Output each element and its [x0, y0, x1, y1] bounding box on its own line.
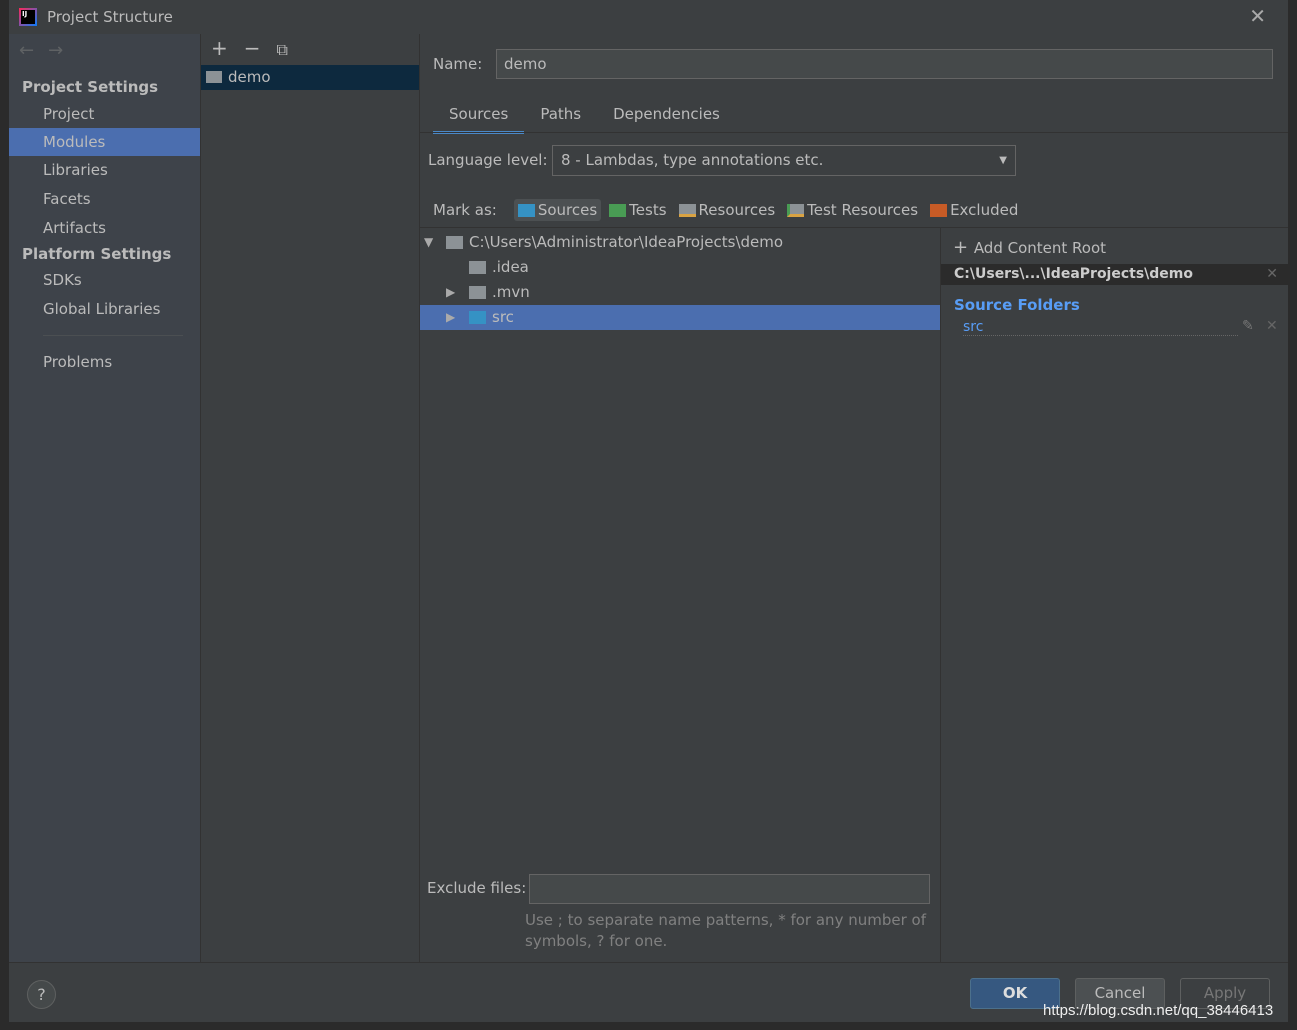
module-folder-icon	[206, 71, 222, 83]
watermark: https://blog.csdn.net/qq_38446413	[1043, 1002, 1274, 1019]
close-icon[interactable]: ✕	[1249, 4, 1266, 28]
title-bar: IJ Project Structure ✕	[9, 0, 1288, 34]
source-folder-icon	[469, 311, 486, 324]
module-item-demo[interactable]: demo	[201, 65, 419, 90]
excluded-folder-icon	[930, 203, 948, 217]
sidebar-item-artifacts[interactable]: Artifacts	[9, 214, 200, 242]
add-content-root-button[interactable]: + Add Content Root	[953, 237, 1106, 258]
sidebar-item-facets[interactable]: Facets	[9, 185, 200, 213]
remove-source-folder-icon[interactable]: ✕	[1266, 318, 1278, 334]
folder-icon	[469, 286, 486, 299]
remove-content-root-icon[interactable]: ✕	[1266, 264, 1278, 285]
folder-icon	[469, 261, 486, 274]
tests-folder-icon	[609, 203, 627, 217]
project-structure-dialog: IJ Project Structure ✕ ← → Project Settin…	[9, 0, 1288, 1022]
copy-icon[interactable]: ⧉	[277, 40, 288, 59]
sidebar-item-global-libraries[interactable]: Global Libraries	[9, 295, 200, 323]
content-root-path: C:\Users\...\IdeaProjects\demo ✕	[941, 264, 1288, 285]
language-level-value: 8 - Lambdas, type annotations etc.	[561, 151, 824, 169]
plus-icon: +	[953, 237, 974, 258]
sidebar-item-libraries[interactable]: Libraries	[9, 156, 200, 184]
folder-tree: ▼ C:\Users\Administrator\IdeaProjects\de…	[420, 227, 940, 962]
tab-sources[interactable]: Sources	[433, 98, 525, 134]
resources-folder-icon	[678, 203, 696, 217]
remove-icon[interactable]: −	[244, 36, 261, 60]
collapse-arrow-icon[interactable]: ▼	[424, 230, 433, 255]
test-resources-folder-icon	[787, 203, 805, 217]
tree-item-mvn[interactable]: ▶ .mvn	[420, 280, 940, 305]
platform-settings-heading: Platform Settings	[22, 245, 172, 263]
tree-item-root[interactable]: ▼ C:\Users\Administrator\IdeaProjects\de…	[420, 230, 940, 255]
modules-panel: + − ⧉ demo	[200, 34, 420, 962]
expand-arrow-icon[interactable]: ▶	[446, 280, 455, 305]
edit-pencil-icon[interactable]: ✎	[1242, 318, 1254, 334]
exclude-files-input[interactable]	[529, 874, 930, 904]
tab-divider	[420, 132, 1288, 133]
back-arrow-icon[interactable]: ←	[19, 40, 34, 61]
name-input[interactable]: demo	[496, 49, 1273, 79]
mark-tests-button[interactable]: Tests	[605, 199, 670, 221]
language-level-label: Language level:	[428, 151, 548, 169]
sidebar-item-problems[interactable]: Problems	[9, 348, 200, 376]
intellij-logo-icon: IJ	[19, 8, 37, 26]
tab-dependencies[interactable]: Dependencies	[597, 98, 736, 131]
sidebar: ← → Project Settings Project Modules Libr…	[9, 34, 200, 962]
language-level-select[interactable]: 8 - Lambdas, type annotations etc. ▼	[552, 145, 1016, 176]
expand-arrow-icon[interactable]: ▶	[446, 305, 455, 330]
mark-as-label: Mark as:	[433, 201, 497, 219]
tree-item-src[interactable]: ▶ src	[420, 305, 940, 330]
name-label: Name:	[433, 55, 483, 73]
window-title: Project Structure	[47, 8, 173, 26]
mark-test-resources-button[interactable]: Test Resources	[783, 199, 922, 221]
mark-resources-button[interactable]: Resources	[675, 199, 780, 221]
project-settings-heading: Project Settings	[22, 78, 159, 96]
divider	[43, 335, 183, 336]
sidebar-item-modules[interactable]: Modules	[9, 128, 200, 156]
sidebar-item-sdks[interactable]: SDKs	[9, 266, 200, 294]
tree-item-idea[interactable]: .idea	[420, 255, 940, 280]
help-button[interactable]: ?	[27, 980, 56, 1009]
exclude-files-hint: Use ; to separate name patterns, * for a…	[525, 911, 926, 950]
tab-paths[interactable]: Paths	[524, 98, 597, 131]
exclude-files-label: Exclude files:	[427, 879, 527, 897]
sidebar-item-project[interactable]: Project	[9, 100, 200, 128]
forward-arrow-icon[interactable]: →	[48, 40, 63, 61]
add-icon[interactable]: +	[211, 36, 228, 60]
mark-sources-button[interactable]: Sources	[513, 199, 602, 221]
source-folders-heading: Source Folders	[954, 296, 1080, 314]
module-label: demo	[228, 68, 271, 86]
source-folder-item[interactable]: src	[963, 319, 1238, 336]
content-root-panel: + Add Content Root C:\Users\...\IdeaProj…	[940, 227, 1288, 962]
sources-folder-icon	[517, 203, 535, 217]
chevron-down-icon: ▼	[999, 155, 1007, 166]
module-settings: Name: demo Sources Paths Dependencies Lang…	[420, 34, 1288, 962]
folder-icon	[446, 236, 463, 249]
mark-as-bar: Mark as: Sources Tests Resources Test Re…	[433, 199, 1026, 221]
mark-excluded-button[interactable]: Excluded	[926, 199, 1022, 221]
